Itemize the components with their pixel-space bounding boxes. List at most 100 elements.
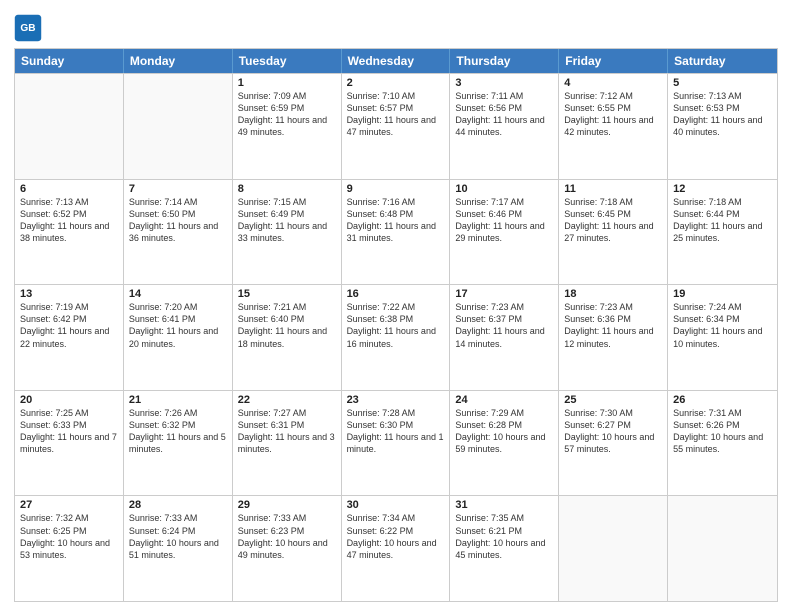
header-day-thursday: Thursday (450, 49, 559, 73)
calendar-cell (15, 74, 124, 179)
cell-info: Sunrise: 7:11 AMSunset: 6:56 PMDaylight:… (455, 90, 553, 139)
calendar-cell (124, 74, 233, 179)
header: GB (14, 10, 778, 42)
calendar-cell: 24Sunrise: 7:29 AMSunset: 6:28 PMDayligh… (450, 391, 559, 496)
day-number: 13 (20, 288, 118, 300)
calendar-cell: 11Sunrise: 7:18 AMSunset: 6:45 PMDayligh… (559, 180, 668, 285)
cell-info: Sunrise: 7:25 AMSunset: 6:33 PMDaylight:… (20, 407, 118, 456)
cell-info: Sunrise: 7:13 AMSunset: 6:53 PMDaylight:… (673, 90, 772, 139)
cell-info: Sunrise: 7:22 AMSunset: 6:38 PMDaylight:… (347, 301, 445, 350)
calendar-cell: 12Sunrise: 7:18 AMSunset: 6:44 PMDayligh… (668, 180, 777, 285)
header-day-friday: Friday (559, 49, 668, 73)
calendar-cell: 17Sunrise: 7:23 AMSunset: 6:37 PMDayligh… (450, 285, 559, 390)
calendar-cell: 8Sunrise: 7:15 AMSunset: 6:49 PMDaylight… (233, 180, 342, 285)
calendar-cell (559, 496, 668, 601)
day-number: 26 (673, 394, 772, 406)
calendar-cell: 20Sunrise: 7:25 AMSunset: 6:33 PMDayligh… (15, 391, 124, 496)
day-number: 11 (564, 183, 662, 195)
day-number: 21 (129, 394, 227, 406)
page: GB SundayMondayTuesdayWednesdayThursdayF… (0, 0, 792, 612)
calendar-cell: 28Sunrise: 7:33 AMSunset: 6:24 PMDayligh… (124, 496, 233, 601)
cell-info: Sunrise: 7:23 AMSunset: 6:37 PMDaylight:… (455, 301, 553, 350)
calendar-cell: 5Sunrise: 7:13 AMSunset: 6:53 PMDaylight… (668, 74, 777, 179)
day-number: 18 (564, 288, 662, 300)
cell-info: Sunrise: 7:34 AMSunset: 6:22 PMDaylight:… (347, 512, 445, 561)
day-number: 10 (455, 183, 553, 195)
calendar-cell: 14Sunrise: 7:20 AMSunset: 6:41 PMDayligh… (124, 285, 233, 390)
day-number: 17 (455, 288, 553, 300)
svg-text:GB: GB (20, 23, 35, 34)
day-number: 4 (564, 77, 662, 89)
calendar-cell: 27Sunrise: 7:32 AMSunset: 6:25 PMDayligh… (15, 496, 124, 601)
cell-info: Sunrise: 7:33 AMSunset: 6:23 PMDaylight:… (238, 512, 336, 561)
day-number: 27 (20, 499, 118, 511)
calendar-cell: 1Sunrise: 7:09 AMSunset: 6:59 PMDaylight… (233, 74, 342, 179)
day-number: 23 (347, 394, 445, 406)
cell-info: Sunrise: 7:33 AMSunset: 6:24 PMDaylight:… (129, 512, 227, 561)
day-number: 19 (673, 288, 772, 300)
calendar-cell: 23Sunrise: 7:28 AMSunset: 6:30 PMDayligh… (342, 391, 451, 496)
cell-info: Sunrise: 7:20 AMSunset: 6:41 PMDaylight:… (129, 301, 227, 350)
cell-info: Sunrise: 7:13 AMSunset: 6:52 PMDaylight:… (20, 196, 118, 245)
cell-info: Sunrise: 7:12 AMSunset: 6:55 PMDaylight:… (564, 90, 662, 139)
calendar-row-3: 13Sunrise: 7:19 AMSunset: 6:42 PMDayligh… (15, 284, 777, 390)
cell-info: Sunrise: 7:31 AMSunset: 6:26 PMDaylight:… (673, 407, 772, 456)
cell-info: Sunrise: 7:10 AMSunset: 6:57 PMDaylight:… (347, 90, 445, 139)
calendar-cell: 19Sunrise: 7:24 AMSunset: 6:34 PMDayligh… (668, 285, 777, 390)
day-number: 3 (455, 77, 553, 89)
cell-info: Sunrise: 7:19 AMSunset: 6:42 PMDaylight:… (20, 301, 118, 350)
cell-info: Sunrise: 7:18 AMSunset: 6:45 PMDaylight:… (564, 196, 662, 245)
calendar-cell: 30Sunrise: 7:34 AMSunset: 6:22 PMDayligh… (342, 496, 451, 601)
calendar-cell (668, 496, 777, 601)
day-number: 29 (238, 499, 336, 511)
calendar-cell: 26Sunrise: 7:31 AMSunset: 6:26 PMDayligh… (668, 391, 777, 496)
cell-info: Sunrise: 7:17 AMSunset: 6:46 PMDaylight:… (455, 196, 553, 245)
day-number: 22 (238, 394, 336, 406)
header-day-wednesday: Wednesday (342, 49, 451, 73)
calendar-cell: 10Sunrise: 7:17 AMSunset: 6:46 PMDayligh… (450, 180, 559, 285)
day-number: 14 (129, 288, 227, 300)
header-day-monday: Monday (124, 49, 233, 73)
day-number: 6 (20, 183, 118, 195)
calendar-body: 1Sunrise: 7:09 AMSunset: 6:59 PMDaylight… (15, 73, 777, 601)
cell-info: Sunrise: 7:21 AMSunset: 6:40 PMDaylight:… (238, 301, 336, 350)
cell-info: Sunrise: 7:18 AMSunset: 6:44 PMDaylight:… (673, 196, 772, 245)
cell-info: Sunrise: 7:27 AMSunset: 6:31 PMDaylight:… (238, 407, 336, 456)
day-number: 2 (347, 77, 445, 89)
calendar-cell: 25Sunrise: 7:30 AMSunset: 6:27 PMDayligh… (559, 391, 668, 496)
cell-info: Sunrise: 7:26 AMSunset: 6:32 PMDaylight:… (129, 407, 227, 456)
calendar-cell: 16Sunrise: 7:22 AMSunset: 6:38 PMDayligh… (342, 285, 451, 390)
cell-info: Sunrise: 7:30 AMSunset: 6:27 PMDaylight:… (564, 407, 662, 456)
header-day-tuesday: Tuesday (233, 49, 342, 73)
day-number: 31 (455, 499, 553, 511)
calendar-cell: 4Sunrise: 7:12 AMSunset: 6:55 PMDaylight… (559, 74, 668, 179)
cell-info: Sunrise: 7:35 AMSunset: 6:21 PMDaylight:… (455, 512, 553, 561)
cell-info: Sunrise: 7:29 AMSunset: 6:28 PMDaylight:… (455, 407, 553, 456)
cell-info: Sunrise: 7:32 AMSunset: 6:25 PMDaylight:… (20, 512, 118, 561)
cell-info: Sunrise: 7:28 AMSunset: 6:30 PMDaylight:… (347, 407, 445, 456)
calendar-row-2: 6Sunrise: 7:13 AMSunset: 6:52 PMDaylight… (15, 179, 777, 285)
header-day-sunday: Sunday (15, 49, 124, 73)
calendar: SundayMondayTuesdayWednesdayThursdayFrid… (14, 48, 778, 602)
day-number: 15 (238, 288, 336, 300)
day-number: 28 (129, 499, 227, 511)
calendar-row-4: 20Sunrise: 7:25 AMSunset: 6:33 PMDayligh… (15, 390, 777, 496)
day-number: 24 (455, 394, 553, 406)
cell-info: Sunrise: 7:14 AMSunset: 6:50 PMDaylight:… (129, 196, 227, 245)
calendar-row-1: 1Sunrise: 7:09 AMSunset: 6:59 PMDaylight… (15, 73, 777, 179)
calendar-cell: 13Sunrise: 7:19 AMSunset: 6:42 PMDayligh… (15, 285, 124, 390)
cell-info: Sunrise: 7:15 AMSunset: 6:49 PMDaylight:… (238, 196, 336, 245)
calendar-row-5: 27Sunrise: 7:32 AMSunset: 6:25 PMDayligh… (15, 495, 777, 601)
cell-info: Sunrise: 7:23 AMSunset: 6:36 PMDaylight:… (564, 301, 662, 350)
day-number: 30 (347, 499, 445, 511)
calendar-cell: 29Sunrise: 7:33 AMSunset: 6:23 PMDayligh… (233, 496, 342, 601)
calendar-cell: 31Sunrise: 7:35 AMSunset: 6:21 PMDayligh… (450, 496, 559, 601)
cell-info: Sunrise: 7:24 AMSunset: 6:34 PMDaylight:… (673, 301, 772, 350)
day-number: 5 (673, 77, 772, 89)
calendar-cell: 9Sunrise: 7:16 AMSunset: 6:48 PMDaylight… (342, 180, 451, 285)
day-number: 25 (564, 394, 662, 406)
calendar-cell: 15Sunrise: 7:21 AMSunset: 6:40 PMDayligh… (233, 285, 342, 390)
day-number: 7 (129, 183, 227, 195)
logo: GB (14, 14, 44, 42)
day-number: 12 (673, 183, 772, 195)
